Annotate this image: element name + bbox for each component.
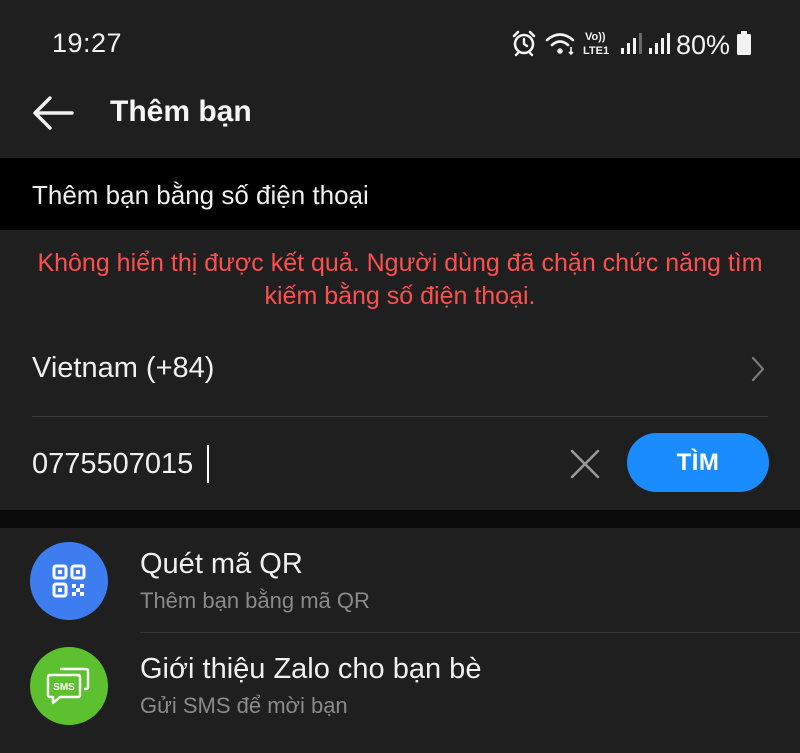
svg-text:LTE1: LTE1	[583, 45, 609, 57]
options-list: Quét mã QR Thêm bạn bằng mã QR SMS Giới …	[0, 528, 800, 753]
signal-icon	[620, 31, 642, 60]
status-time: 19:27	[52, 28, 123, 58]
text-cursor	[207, 445, 209, 483]
list-item-invite-sms[interactable]: SMS Giới thiệu Zalo cho bạn bè Gửi SMS đ…	[0, 633, 800, 738]
alarm-icon	[510, 29, 538, 62]
error-message: Không hiển thị được kết quả. Người dùng …	[0, 247, 800, 313]
list-item-subtitle: Gửi SMS để mời bạn	[140, 693, 348, 718]
battery-icon	[736, 30, 752, 61]
list-item-title: Quét mã QR	[140, 548, 303, 580]
list-item-title: Giới thiệu Zalo cho bạn bè	[140, 653, 482, 685]
add-by-phone-card: Không hiển thị được kết quả. Người dùng …	[0, 230, 800, 510]
clear-input-button[interactable]	[566, 445, 604, 483]
arrow-left-icon	[30, 96, 76, 137]
signal-icon	[648, 31, 670, 60]
close-icon	[566, 449, 604, 487]
sms-icon-text: SMS	[53, 682, 75, 693]
status-icons: Vo)) LTE1 80%	[510, 28, 752, 62]
page-title: Thêm bạn	[110, 95, 252, 128]
list-item-subtitle: Thêm bạn bằng mã QR	[140, 588, 370, 613]
country-selector[interactable]: Vietnam (+84)	[32, 342, 768, 416]
chevron-right-icon	[748, 354, 768, 384]
svg-text:Vo)): Vo))	[585, 31, 606, 43]
search-button[interactable]: TÌM	[627, 433, 769, 492]
list-item-scan-qr[interactable]: Quét mã QR Thêm bạn bằng mã QR	[0, 528, 800, 633]
qr-code-icon	[30, 542, 108, 620]
section-header: Thêm bạn bằng số điện thoại	[0, 158, 800, 230]
country-label: Vietnam (+84)	[32, 352, 215, 384]
divider	[32, 416, 768, 417]
battery-percent: 80%	[675, 29, 730, 60]
wifi-icon	[544, 30, 576, 61]
status-bar: 19:27 Vo)) LTE1 80%	[0, 0, 800, 65]
error-line-2: kiếm bằng số điện thoại.	[264, 282, 536, 310]
sms-icon: SMS	[30, 647, 108, 725]
phone-number-input[interactable]	[32, 442, 552, 486]
section-title: Thêm bạn bằng số điện thoại	[32, 180, 369, 210]
error-line-1: Không hiển thị được kết quả. Người dùng …	[37, 249, 763, 277]
volte-lte-icon: Vo)) LTE1	[582, 28, 614, 63]
back-button[interactable]	[30, 93, 76, 133]
app-header: Thêm bạn	[0, 65, 800, 158]
